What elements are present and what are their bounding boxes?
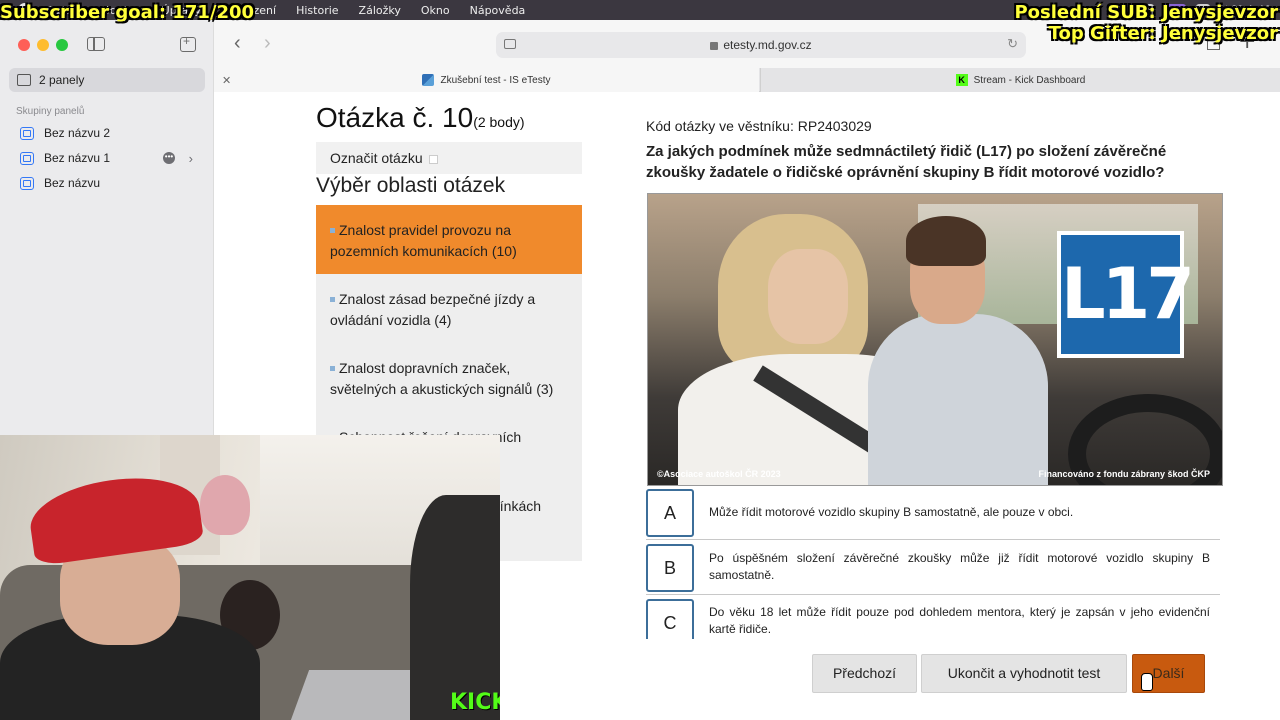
tab-group-icon — [20, 151, 34, 165]
tab-group-icon — [20, 126, 34, 140]
subscriber-goal-overlay: Subscriber goal: 171/200 — [0, 2, 255, 23]
area-item-label: Znalost zásad bezpečné jízdy a ovládání … — [330, 291, 536, 328]
kick-logo: KICK — [450, 690, 500, 715]
webcam-heart-decoration — [200, 475, 250, 535]
lock-icon — [710, 42, 719, 50]
back-button[interactable]: ‹ — [234, 32, 241, 55]
image-man-body — [868, 314, 1048, 485]
image-man-hair — [906, 216, 986, 266]
menu-bookmarks[interactable]: Záložky — [359, 4, 401, 17]
question-image: L17 ©Asociace autoškol ČR 2023 Financová… — [647, 193, 1223, 486]
webcam-shadow — [410, 495, 500, 720]
close-window-button[interactable] — [18, 39, 30, 51]
sidebar-section-title: Skupiny panelů — [16, 106, 85, 117]
question-text: Za jakých podmínek může sedmnáctiletý ři… — [646, 143, 1167, 181]
answer-text: Po úspěšném složení závěrečné zkoušky mů… — [709, 551, 1210, 582]
mark-question-label: Označit otázku — [330, 150, 423, 166]
new-tab-group-icon[interactable] — [180, 34, 196, 52]
answer-letter[interactable]: A — [646, 489, 694, 537]
address-bar[interactable]: etesty.md.gov.cz ↻ — [496, 32, 1026, 58]
minimize-window-button[interactable] — [37, 39, 49, 51]
forward-button[interactable]: › — [264, 32, 271, 55]
chevron-right-icon[interactable]: › — [189, 151, 193, 166]
previous-button[interactable]: Předchozí — [812, 654, 917, 693]
mark-question-toggle[interactable]: Označit otázku — [316, 142, 582, 174]
hand-cursor-icon — [1141, 673, 1153, 691]
tab-title: Zkušební test - IS eTesty — [440, 74, 551, 86]
menu-help[interactable]: Nápověda — [470, 4, 526, 17]
bullet-icon — [330, 297, 335, 302]
answer-text: Do věku 18 let může řídit pouze pod dohl… — [709, 605, 1210, 636]
question-code: Kód otázky ve věstníku: RP2403029 — [646, 118, 872, 134]
tab-kick-dashboard[interactable]: K Stream - Kick Dashboard — [760, 68, 1280, 92]
sidebar-item-label: Bez názvu 1 — [44, 151, 111, 165]
reload-icon[interactable]: ↻ — [1007, 36, 1018, 52]
area-section-title: Výběr oblasti otázek — [316, 174, 506, 197]
bullet-icon — [330, 228, 335, 233]
bullet-icon — [330, 366, 335, 371]
sidebar-toggle-icon[interactable] — [87, 37, 105, 51]
answer-letter[interactable]: C — [646, 599, 694, 639]
zoom-window-button[interactable] — [56, 39, 68, 51]
tab-bar: ✕ Zkušební test - IS eTesty K Stream - K… — [214, 68, 1280, 92]
answer-text: Může řídit motorové vozidlo skupiny B sa… — [709, 505, 1074, 519]
answer-option-a[interactable]: A Může řídit motorové vozidlo skupiny B … — [646, 489, 1220, 540]
sidebar-item-current-tabs[interactable]: 2 panely — [9, 68, 205, 92]
l17-logo: L17 — [1057, 231, 1195, 358]
etesty-favicon-icon — [422, 74, 435, 86]
sidebar-item-group[interactable]: Bez názvu — [20, 172, 195, 194]
answer-letter[interactable]: B — [646, 544, 694, 592]
sidebar-item-label: Bez názvu — [44, 176, 101, 190]
last-sub-overlay: Poslední SUB: Jenysjevzor — [1014, 2, 1278, 23]
image-caption-left: ©Asociace autoškol ČR 2023 — [657, 469, 781, 479]
sidebar-item-label: 2 panely — [39, 73, 85, 87]
area-item-label: Znalost pravidel provozu na pozemních ko… — [330, 222, 517, 259]
kick-favicon-icon: K — [955, 74, 968, 86]
menu-history[interactable]: Historie — [296, 4, 338, 17]
area-item[interactable]: Znalost zásad bezpečné jízdy a ovládání … — [316, 274, 582, 343]
top-gifter-overlay: Top Gifter: Jenysjevzor — [1048, 23, 1278, 44]
close-tab-icon[interactable]: ✕ — [222, 74, 231, 87]
image-woman-face — [768, 249, 848, 344]
url-text: etesty.md.gov.cz — [723, 38, 812, 52]
tabs-icon — [17, 74, 31, 86]
sidebar-item-label: Bez názvu 2 — [44, 126, 111, 140]
menu-window[interactable]: Okno — [421, 4, 450, 17]
answer-option-c[interactable]: C Do věku 18 let může řídit pouze pod do… — [646, 599, 1220, 639]
sidebar-item-group[interactable]: Bez názvu 2 — [20, 122, 195, 144]
more-icon[interactable]: ••• — [163, 152, 175, 164]
question-number: Otázka č. 10 — [316, 102, 474, 133]
question-title: Otázka č. 10(2 body) — [316, 102, 525, 134]
sidebar-item-group[interactable]: Bez názvu 1 ••• › — [20, 147, 195, 169]
area-item[interactable]: Znalost dopravních značek, světelných a … — [316, 343, 582, 412]
window-controls — [18, 39, 68, 51]
mark-question-checkbox[interactable] — [428, 155, 438, 164]
finish-test-button[interactable]: Ukončit a vyhodnotit test — [921, 654, 1127, 693]
question-points: (2 body) — [473, 114, 525, 130]
answer-option-b[interactable]: B Po úspěšném složení závěrečné zkoušky … — [646, 544, 1220, 595]
tab-group-icon — [20, 176, 34, 190]
area-item-label: Znalost dopravních značek, světelných a … — [330, 360, 554, 397]
page-menu-icon[interactable] — [504, 39, 516, 49]
area-item[interactable]: Znalost pravidel provozu na pozemních ko… — [316, 205, 582, 274]
webcam-overlay: KICK — [0, 435, 500, 720]
tab-title: Stream - Kick Dashboard — [973, 74, 1086, 86]
image-caption-right: Financováno z fondu zábrany škod ČKP — [1038, 469, 1210, 479]
tab-etesty[interactable]: ✕ Zkušební test - IS eTesty — [214, 68, 759, 92]
